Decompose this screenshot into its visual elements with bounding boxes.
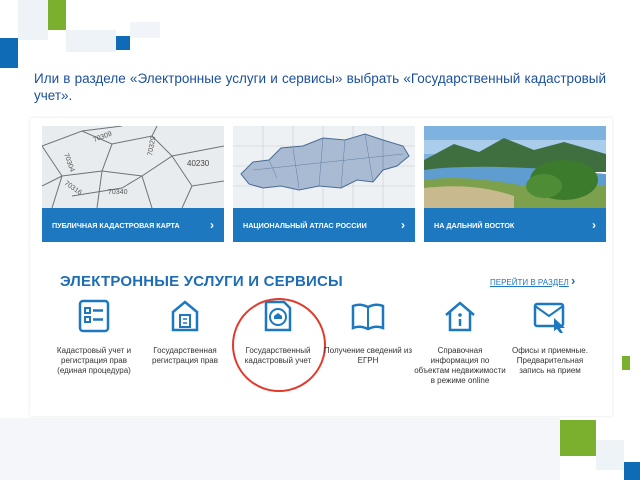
card-national-atlas[interactable]: НАЦИОНАЛЬНЫЙ АТЛАС РОССИИ › [233,126,415,242]
decor-square-light-5 [0,418,560,480]
service-offices-appointment[interactable]: Офисы и приемные. Предварительная запись… [504,298,596,376]
card-label: НА ДАЛЬНИЙ ВОСТОК [434,220,515,230]
card-bar: НАЦИОНАЛЬНЫЙ АТЛАС РОССИИ › [233,208,415,242]
service-label: Справочная информация по объектам недвиж… [414,346,506,385]
decor-square-green-3 [622,356,630,370]
card-bar: ПУБЛИЧНАЯ КАДАСТРОВАЯ КАРТА › [42,208,224,242]
decor-square-light-4 [596,440,624,470]
decor-square-blue-1 [0,38,18,68]
service-label: Кадастровый учет и регистрация прав (еди… [56,346,132,375]
chevron-right-icon: › [401,218,405,232]
parcel-number: 70340 [108,189,128,196]
website-screenshot: 70309 70304 40230 70329 70316 70340 ПУБЛ… [30,118,612,416]
decor-square-light-1 [18,0,48,40]
card-far-east[interactable]: НА ДАЛЬНИЙ ВОСТОК › [424,126,606,242]
russia-map-image [233,126,415,208]
chevron-right-icon: › [592,218,596,232]
card-label: НАЦИОНАЛЬНЫЙ АТЛАС РОССИИ [243,220,367,230]
highlight-circle [232,298,326,392]
card-bar: НА ДАЛЬНИЙ ВОСТОК › [424,208,606,242]
far-east-landscape-image [424,126,606,208]
card-public-cadastral-map[interactable]: 70309 70304 40230 70329 70316 70340 ПУБЛ… [42,126,224,242]
service-egrn-info[interactable]: Получение сведений из ЕГРН [322,298,414,366]
service-label: Офисы и приемные. Предварительная запись… [512,346,588,375]
service-label: Государственная регистрация прав [152,346,218,365]
service-reference-info-online[interactable]: Справочная информация по объектам недвиж… [414,298,506,386]
chevron-right-icon: › [210,218,214,232]
house-info-icon [445,301,475,332]
cadastral-map-image: 70309 70304 40230 70329 70316 70340 [42,126,224,208]
decor-square-light-2 [66,30,116,52]
service-rights-registration[interactable]: Государственная регистрация прав [139,298,231,366]
decor-square-blue-3 [624,462,640,480]
card-label: ПУБЛИЧНАЯ КАДАСТРОВАЯ КАРТА [52,220,180,230]
decor-square-blue-2 [116,36,130,50]
house-document-icon [171,300,199,332]
open-book-icon [351,303,385,331]
checklist-document-icon [78,299,110,333]
service-label: Получение сведений из ЕГРН [323,346,413,365]
service-cadastral-and-registration[interactable]: Кадастровый учет и регистрация прав (еди… [48,298,140,376]
decor-square-light-3 [130,22,160,38]
instruction-text: Или в разделе «Электронные услуги и серв… [34,71,606,103]
parcel-number: 40230 [187,159,210,168]
section-title: ЭЛЕКТРОННЫЕ УСЛУГИ И СЕРВИСЫ [60,273,343,290]
decor-square-green-1 [48,0,66,30]
envelope-cursor-icon [533,302,565,333]
goto-section-link[interactable]: ПЕРЕЙТИ В РАЗДЕЛ [490,278,569,287]
chevron-right-icon[interactable]: › [571,273,575,288]
decor-square-green-2 [560,420,596,456]
